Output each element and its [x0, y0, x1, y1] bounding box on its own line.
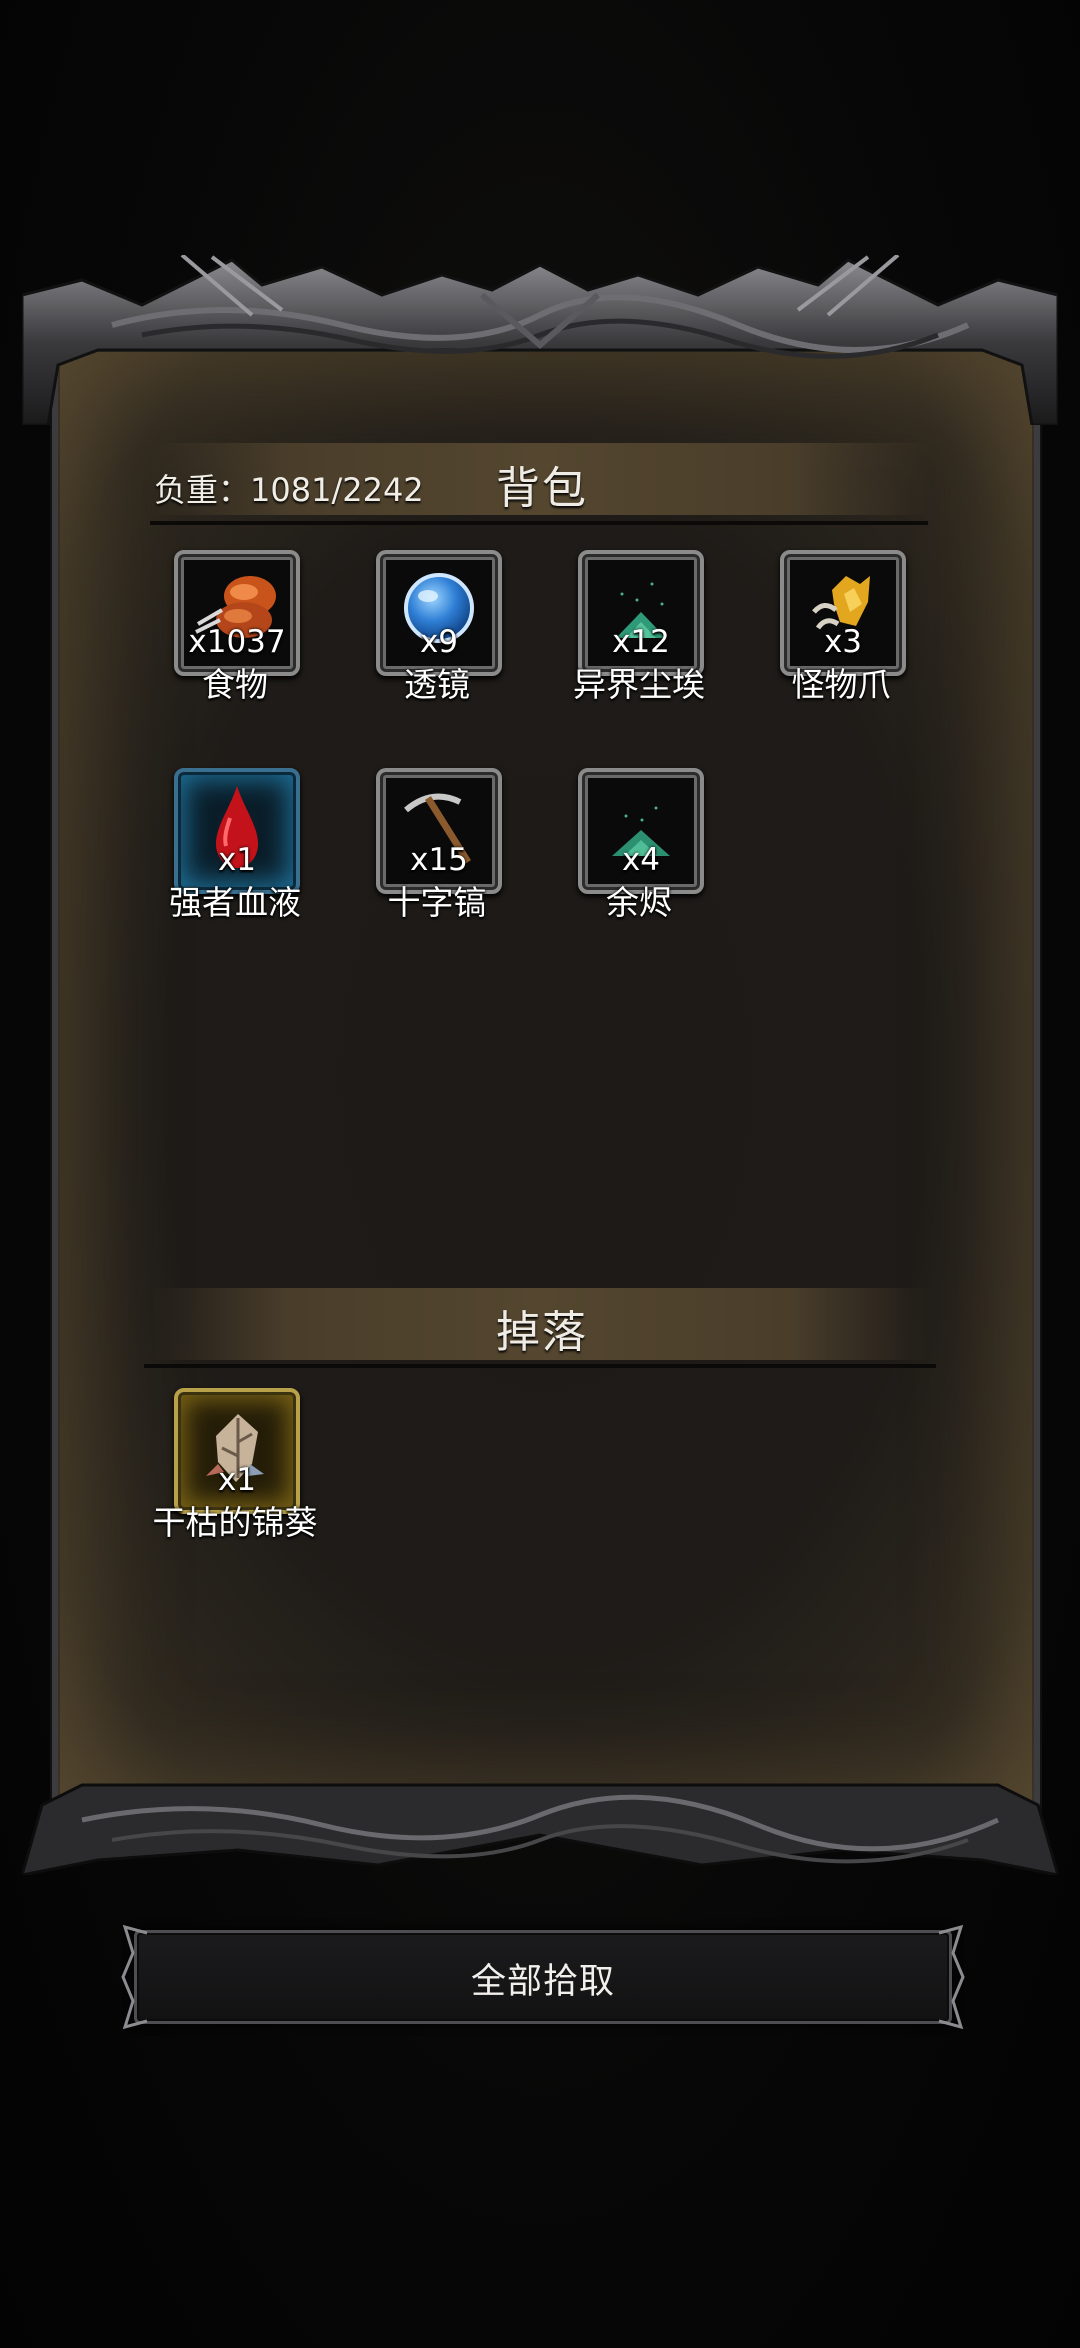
- drop-slot-dried-mallow[interactable]: x1 干枯的锦葵: [130, 1388, 320, 1558]
- item-count: x9: [419, 624, 459, 660]
- item-count: x1: [217, 1462, 257, 1498]
- backpack-title: 背包: [496, 463, 588, 514]
- collect-all-button[interactable]: 全部拾取: [121, 1924, 965, 2030]
- backpack-header-divider: [150, 521, 928, 525]
- inventory-slot-food[interactable]: x1037 食物: [130, 550, 320, 720]
- item-name: 十字镐: [387, 883, 487, 922]
- frame-top-ornament: [22, 255, 1058, 425]
- inventory-slot-otherworld-dust[interactable]: x12 异界尘埃: [534, 550, 724, 720]
- inventory-slot-monster-claw[interactable]: x3 怪物爪: [736, 550, 926, 720]
- item-count: x4: [621, 842, 661, 878]
- item-name: 异界尘埃: [573, 665, 705, 704]
- item-name: 干枯的锦葵: [152, 1503, 318, 1542]
- drops-title: 掉落: [496, 1307, 588, 1358]
- collect-all-label: 全部拾取: [470, 1962, 615, 2002]
- item-count: x1037: [188, 624, 286, 660]
- inventory-slot-ember[interactable]: x4 余烬: [534, 768, 724, 938]
- frame-bottom-ornament: [22, 1783, 1058, 1875]
- item-name: 强者血液: [169, 883, 301, 922]
- item-name: 透镜: [404, 665, 470, 704]
- item-count: x1: [217, 842, 257, 878]
- inventory-slot-pickaxe[interactable]: x15 十字镐: [332, 768, 522, 938]
- item-count: x3: [823, 624, 863, 660]
- item-name: 余烬: [606, 883, 672, 922]
- game-screen: 负重：1081/2242 背包 x1037 食物 x9 透镜 x12 异界尘埃 …: [0, 0, 1080, 2348]
- inventory-slot-strong-blood[interactable]: x1 强者血液: [130, 768, 320, 938]
- item-name: 怪物爪: [791, 665, 891, 704]
- weight-capacity-label: 负重：1081/2242: [154, 471, 424, 509]
- item-count: x12: [612, 624, 670, 660]
- inventory-slot-lens[interactable]: x9 透镜: [332, 550, 522, 720]
- item-count: x15: [410, 842, 468, 878]
- drops-header-divider: [144, 1364, 936, 1368]
- item-name: 食物: [202, 665, 268, 704]
